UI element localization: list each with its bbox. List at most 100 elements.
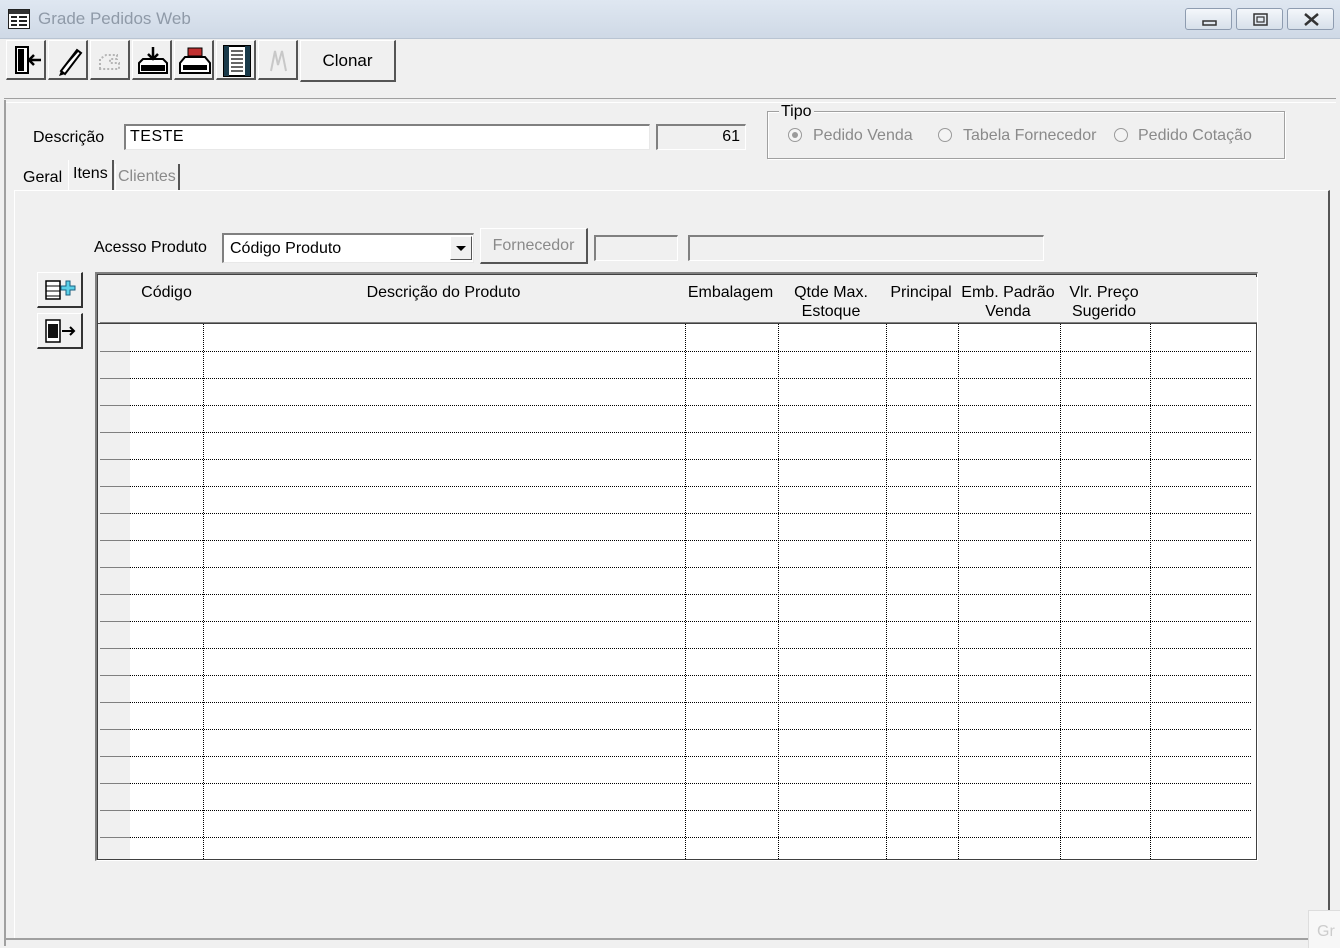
- column-header-embalagem[interactable]: Embalagem: [684, 277, 778, 323]
- close-icon: [1304, 13, 1319, 26]
- row-header-divider: [100, 351, 130, 352]
- grid-row-divider: [130, 675, 1251, 676]
- grid-row-divider: [130, 567, 1251, 568]
- fornecedor-button[interactable]: Fornecedor: [480, 228, 588, 264]
- row-header-divider: [100, 594, 130, 595]
- minimize-icon: [1202, 20, 1217, 26]
- list-view-icon: [223, 45, 251, 77]
- column-header-principal[interactable]: Principal: [885, 277, 958, 323]
- row-header-divider: [100, 540, 130, 541]
- grid-corner-header: [100, 277, 131, 323]
- grid-row-divider: [130, 513, 1251, 514]
- row-header-divider: [100, 621, 130, 622]
- add-row-icon: [45, 280, 76, 300]
- exit-button[interactable]: [6, 40, 46, 80]
- radio-label-pedido-cotacao: Pedido Cotação: [1138, 127, 1252, 144]
- items-grid[interactable]: Código Descrição do Produto Embalagem Qt…: [95, 272, 1258, 861]
- acesso-produto-label: Acesso Produto: [94, 239, 207, 256]
- restore-icon: [1253, 13, 1268, 26]
- frame-bottom: [4, 938, 1336, 940]
- acesso-produto-select[interactable]: Código Produto: [222, 233, 474, 263]
- row-header-divider: [100, 729, 130, 730]
- form-grid-icon: [8, 9, 30, 29]
- toolbar-separator: [4, 98, 1336, 103]
- tab-clientes[interactable]: Clientes: [115, 164, 180, 190]
- radio-label-pedido-venda: Pedido Venda: [813, 127, 913, 144]
- add-row-button[interactable]: [37, 272, 83, 308]
- grid-row-divider: [130, 378, 1251, 379]
- fornecedor-name-field: [688, 235, 1044, 261]
- row-header-divider: [100, 486, 130, 487]
- grid-inner: Código Descrição do Produto Embalagem Qt…: [97, 274, 1257, 860]
- row-header-divider: [100, 513, 130, 514]
- undo-hand-icon: [99, 54, 120, 70]
- sign-button[interactable]: [258, 40, 298, 80]
- grid-row-divider: [130, 351, 1251, 352]
- column-header-qtde-max[interactable]: Qtde Max. Estoque: [777, 277, 886, 323]
- grid-row-divider: [130, 540, 1251, 541]
- window-title: Grade Pedidos Web: [38, 9, 191, 28]
- grid-row-divider: [130, 405, 1251, 406]
- column-header-descricao[interactable]: Descrição do Produto: [203, 277, 685, 323]
- grid-row-divider: [130, 702, 1251, 703]
- save-button[interactable]: [132, 40, 172, 80]
- row-header-divider: [100, 432, 130, 433]
- row-header-divider: [100, 675, 130, 676]
- column-header-vlr-preco[interactable]: Vlr. Preço Sugerido: [1059, 277, 1150, 323]
- exit-door-icon: [15, 46, 41, 74]
- remove-row-button[interactable]: [37, 313, 83, 349]
- radio-tabela-fornecedor[interactable]: [938, 128, 952, 142]
- grid-row-divider: [130, 621, 1251, 622]
- row-header-divider: [100, 810, 130, 811]
- tipo-title: Tipo: [779, 103, 814, 121]
- save-tray-icon: [138, 47, 168, 74]
- acesso-produto-value: Código Produto: [230, 240, 342, 257]
- row-header-divider: [100, 567, 130, 568]
- frame-left: [4, 100, 6, 946]
- overflow-label: Gr: [1308, 910, 1340, 948]
- radio-pedido-venda[interactable]: [788, 128, 802, 142]
- tab-itens[interactable]: Itens: [68, 160, 114, 190]
- row-header-divider: [100, 459, 130, 460]
- grid-row-divider: [130, 837, 1251, 838]
- grid-row-divider: [130, 783, 1251, 784]
- chevron-down-icon: [456, 246, 466, 251]
- column-header-blank: [1149, 277, 1257, 323]
- minimize-button[interactable]: [1185, 8, 1232, 30]
- radio-pedido-cotacao[interactable]: [1114, 128, 1128, 142]
- row-header-column: [100, 324, 131, 859]
- title-bar: [0, 0, 1340, 39]
- grid-cells[interactable]: [130, 324, 1256, 859]
- code-value: 61: [722, 128, 740, 145]
- row-header-divider: [100, 648, 130, 649]
- grid-row-divider: [130, 432, 1251, 433]
- undo-button[interactable]: [90, 40, 130, 80]
- dropdown-button[interactable]: [450, 236, 472, 260]
- grid-row-divider: [130, 486, 1251, 487]
- clone-button[interactable]: Clonar: [300, 40, 396, 82]
- grid-row-divider: [130, 756, 1251, 757]
- grid-row-divider: [130, 459, 1251, 460]
- column-header-codigo[interactable]: Código: [130, 277, 204, 323]
- descricao-value: TESTE: [130, 128, 185, 145]
- print-icon: [179, 47, 211, 74]
- restore-button[interactable]: [1236, 8, 1283, 30]
- grid-row-divider: [130, 648, 1251, 649]
- row-header-divider: [100, 702, 130, 703]
- tab-geral[interactable]: Geral: [23, 164, 62, 192]
- row-header-divider: [100, 756, 130, 757]
- code-field: 61: [656, 124, 746, 150]
- row-header-divider: [100, 405, 130, 406]
- radio-label-tabela-fornecedor: Tabela Fornecedor: [963, 127, 1097, 144]
- close-button[interactable]: [1287, 8, 1334, 30]
- list-view-button[interactable]: [216, 40, 256, 80]
- column-header-emb-padrao[interactable]: Emb. Padrão Venda: [957, 277, 1060, 323]
- row-header-divider: [100, 783, 130, 784]
- print-button[interactable]: [174, 40, 214, 80]
- grid-row-divider: [130, 810, 1251, 811]
- edit-button[interactable]: [48, 40, 88, 80]
- grid-row-divider: [130, 594, 1251, 595]
- fornecedor-code-field: [594, 235, 678, 261]
- descricao-input[interactable]: TESTE: [124, 124, 650, 150]
- row-header-divider: [100, 378, 130, 379]
